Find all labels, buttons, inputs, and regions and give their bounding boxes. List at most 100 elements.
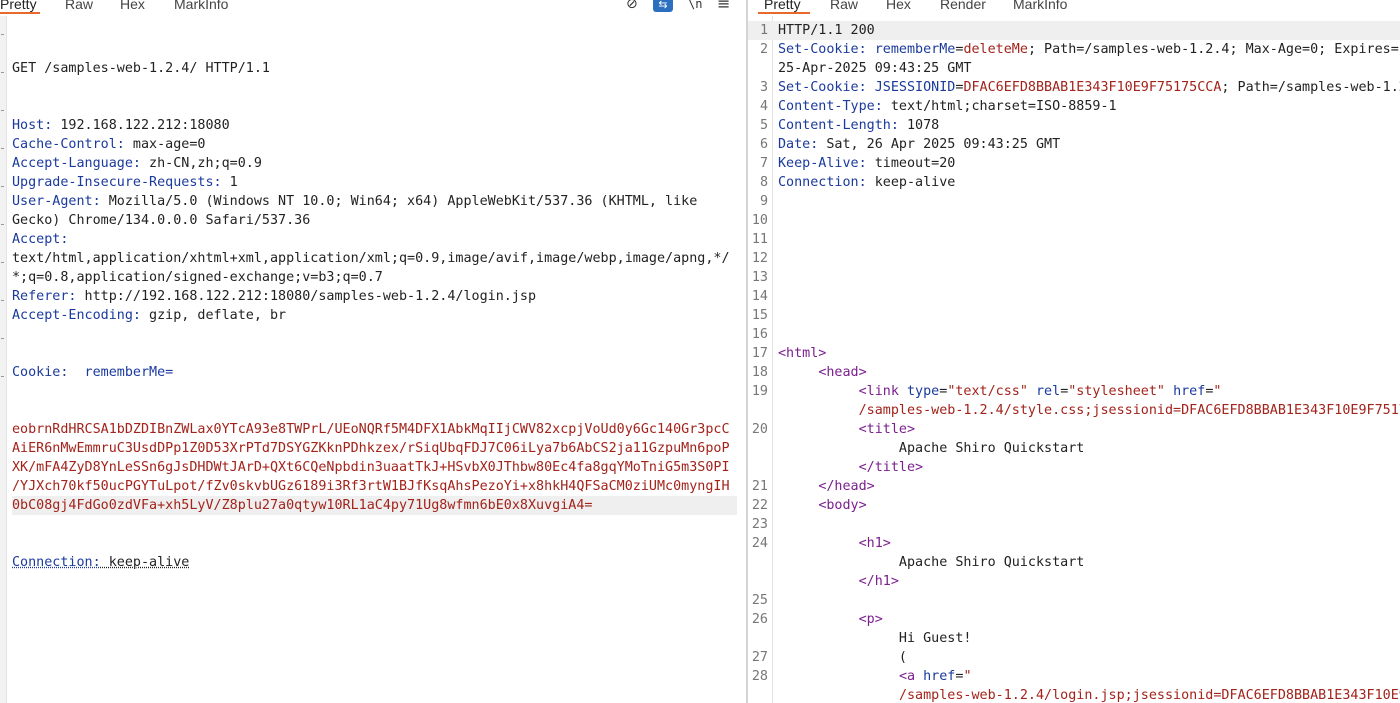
response-line-text: <a href=" — [778, 667, 972, 686]
cookie-value: XK/mFA4ZyD8YnLeSSn6gJsDHDWtJArD+QXt6CQeN… — [12, 460, 730, 475]
header-value: text/html,application/xhtml+xml,applicat… — [12, 251, 730, 266]
code-token: <head> — [818, 365, 867, 380]
code-token: <a — [898, 669, 924, 684]
response-line-text: <body> — [778, 496, 866, 515]
header-line: Accept-Encoding: gzip, deflate, br — [12, 306, 737, 325]
response-line-text: Connection: keep-alive — [778, 173, 955, 192]
response-row: 26 <p> — [748, 610, 1400, 629]
line-number: 23 — [751, 517, 768, 532]
response-row: 24 <h1> — [748, 534, 1400, 553]
code-token: rememberMe — [874, 42, 956, 57]
response-line-text: <head> — [778, 363, 867, 382]
response-row: 17 <html> — [748, 344, 1400, 363]
menu-icon[interactable]: ≡ — [717, 0, 730, 12]
header-key: Upgrade-Insecure-Requests: — [12, 175, 222, 190]
code-token: href — [1173, 384, 1206, 399]
response-row: 27 ( — [748, 648, 1400, 667]
line-number: 17 — [751, 346, 768, 361]
response-line-text: Set-Cookie: rememberMe=deleteMe; Path=/s… — [778, 40, 1400, 59]
line-number: 16 — [751, 327, 768, 342]
line-number: 8 — [759, 175, 768, 190]
header-line: Accept-Language: zh-CN,zh;q=0.9 — [12, 154, 737, 173]
response-line-text: Hi Guest! — [778, 629, 972, 648]
response-row: 9 — [748, 192, 1400, 211]
response-line-text: Content-Type: text/html;charset=ISO-8859… — [778, 97, 1117, 116]
eye-off-icon[interactable]: ⊘ — [626, 0, 638, 12]
tab-raw[interactable]: Raw — [65, 0, 93, 13]
response-row: 13 — [748, 268, 1400, 287]
response-row: 21 </head> — [748, 477, 1400, 496]
newline-icon[interactable]: \n — [688, 0, 702, 12]
response-row: 23 — [748, 515, 1400, 534]
response-row: 2 Set-Cookie: rememberMe=deleteMe; Path=/… — [748, 40, 1400, 59]
active-tab-indicator — [758, 12, 810, 14]
cookie-header-line: Cookie: rememberMe= — [12, 363, 737, 382]
tab-markinfo[interactable]: MarkInfo — [1013, 0, 1067, 13]
response-row: 28 <a href=" — [748, 667, 1400, 686]
response-row: 12 — [748, 249, 1400, 268]
response-row: 15 — [748, 306, 1400, 325]
request-editor[interactable]: GET /samples-web-1.2.4/ HTTP/1.1 Host: 1… — [12, 21, 737, 610]
line-number: 9 — [759, 194, 768, 209]
tab-hex[interactable]: Hex — [886, 0, 911, 13]
tab-render[interactable]: Render — [940, 0, 986, 13]
cookie-value: AiER6nMwEmmruC3UsdDPp1Z0D53XrPTd7DSYGZKk… — [12, 441, 730, 456]
code-token: rel — [1036, 384, 1061, 399]
header-key: Accept-Language: — [12, 156, 141, 171]
active-tab-indicator — [0, 12, 40, 14]
code-token: Content-Type: — [778, 99, 883, 114]
code-token: Sat, 26 Apr 2025 09:43:25 GMT — [818, 137, 1061, 152]
header-value: *;q=0.8,application/signed-exchange;v=b3… — [12, 270, 383, 285]
line-number: 2 — [759, 42, 768, 57]
code-token: DFAC6EFD8BBAB1E343F10E9F75175CCA — [963, 80, 1222, 95]
line-number: 27 — [751, 650, 768, 665]
line-number: 12 — [751, 251, 768, 266]
header-line: User-Agent: Mozilla/5.0 (Windows NT 10.0… — [12, 192, 737, 211]
response-row: 18 <head> — [748, 363, 1400, 382]
request-line: GET /samples-web-1.2.4/ HTTP/1.1 — [12, 59, 737, 78]
request-pane: Pretty Raw Hex MarkInfo ⊘ ⇆ \n ≡ GET /sa… — [0, 0, 746, 703]
response-line-text: /samples-web-1.2.4/style.css;jsessionid=… — [778, 401, 1400, 420]
wrap-lines-icon[interactable]: ⇆ — [653, 0, 673, 12]
tab-markinfo[interactable]: MarkInfo — [174, 0, 228, 13]
code-token: Connection: — [778, 175, 867, 190]
response-line-text: Apache Shiro Quickstart — [778, 553, 1084, 572]
cookie-value-line: AiER6nMwEmmruC3UsdDPp1Z0D53XrPTd7DSYGZKk… — [12, 439, 737, 458]
response-line-text: <h1> — [778, 534, 891, 553]
response-row: 3 Set-Cookie: JSESSIONID=DFAC6EFD8BBAB1E3… — [748, 78, 1400, 97]
header-value-continuation: Gecko) Chrome/134.0.0.0 Safari/537.36 — [12, 211, 737, 230]
code-token: 1078 — [898, 118, 940, 133]
tab-raw[interactable]: Raw — [830, 0, 858, 13]
response-line-text: </title> — [778, 458, 924, 477]
code-token: /samples-web-1.2.4/style.css;jsessionid=… — [858, 403, 1400, 418]
header-value: gzip, deflate, br — [141, 308, 287, 323]
code-token: 25-Apr-2025 09:43:25 GMT — [778, 61, 972, 76]
code-token: Apache Shiro Quickstart — [778, 441, 1085, 456]
cookie-name: rememberMe= — [68, 365, 174, 380]
header-key: Host: — [12, 118, 53, 133]
line-number: 11 — [751, 232, 768, 247]
code-token: " — [963, 669, 972, 684]
response-row: Apache Shiro Quickstart — [748, 553, 1400, 572]
response-row: 25 — [748, 591, 1400, 610]
response-line-text: <title> — [778, 420, 915, 439]
tab-hex[interactable]: Hex — [120, 0, 145, 13]
line-number: 7 — [759, 156, 768, 171]
response-line-text: 25-Apr-2025 09:43:25 GMT — [778, 59, 971, 78]
header-value: Mozilla/5.0 (Windows NT 10.0; Win64; x64… — [100, 194, 698, 209]
cookie-value-line: XK/mFA4ZyD8YnLeSSn6gJsDHDWtJArD+QXt6CQeN… — [12, 458, 737, 477]
header-key: Accept: — [12, 232, 69, 247]
header-key: Referer: — [12, 289, 77, 304]
header-value-continuation: *;q=0.8,application/signed-exchange;v=b3… — [12, 268, 737, 287]
connection-value: keep-alive — [100, 555, 190, 570]
header-line: Upgrade-Insecure-Requests: 1 — [12, 173, 737, 192]
code-token: ( — [778, 650, 907, 665]
cookie-value-line: eobrnRdHRCSA1bDZDIBnZWLax0YTcA93e8TWPrL/… — [12, 420, 737, 439]
response-editor[interactable]: 1 HTTP/1.1 200 2 Set-Cookie: rememberMe=del… — [748, 21, 1400, 703]
response-row: 11 — [748, 230, 1400, 249]
